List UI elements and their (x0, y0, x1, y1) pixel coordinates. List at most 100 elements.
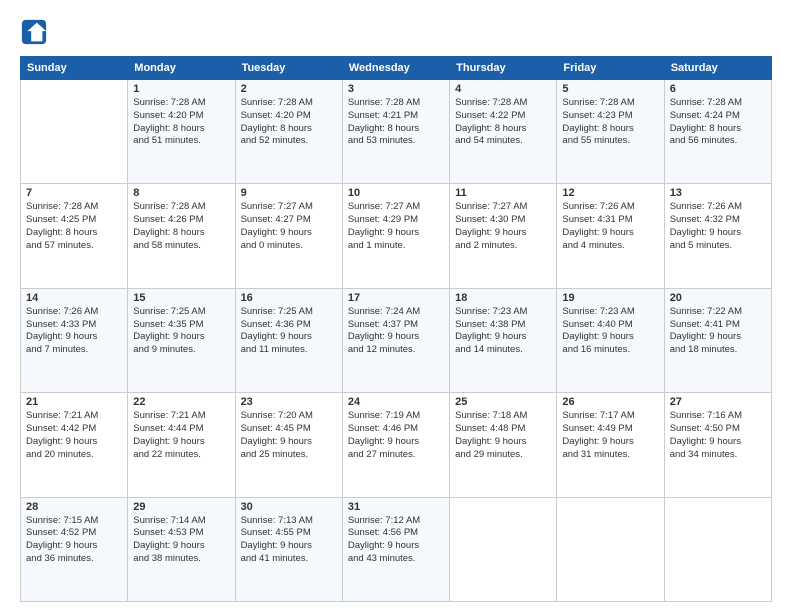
weekday-header-cell: Monday (128, 57, 235, 80)
day-number: 18 (455, 292, 551, 304)
day-number: 14 (26, 292, 122, 304)
calendar-cell: 30 Sunrise: 7:13 AMSunset: 4:55 PMDayligh… (235, 497, 342, 601)
weekday-header-row: SundayMondayTuesdayWednesdayThursdayFrid… (21, 57, 772, 80)
day-info: Sunrise: 7:28 AMSunset: 4:20 PMDaylight:… (241, 97, 337, 148)
day-info: Sunrise: 7:12 AMSunset: 4:56 PMDaylight:… (348, 515, 444, 566)
day-number: 31 (348, 501, 444, 513)
day-number: 2 (241, 83, 337, 95)
day-number: 29 (133, 501, 229, 513)
calendar-cell (450, 497, 557, 601)
day-number: 4 (455, 83, 551, 95)
day-info: Sunrise: 7:28 AMSunset: 4:25 PMDaylight:… (26, 201, 122, 252)
calendar-week-row: 7Sunrise: 7:28 AMSunset: 4:25 PMDaylight… (21, 184, 772, 288)
day-number: 22 (133, 396, 229, 408)
calendar-cell: 13 Sunrise: 7:26 AMSunset: 4:32 PMDayligh… (664, 184, 771, 288)
calendar-cell: 2 Sunrise: 7:28 AMSunset: 4:20 PMDaylight… (235, 80, 342, 184)
calendar-cell (664, 497, 771, 601)
weekday-header-cell: Tuesday (235, 57, 342, 80)
day-number: 27 (670, 396, 766, 408)
calendar-cell: 27Sunrise: 7:16 AMSunset: 4:50 PMDayligh… (664, 393, 771, 497)
calendar-cell: 12 Sunrise: 7:26 AMSunset: 4:31 PMDayligh… (557, 184, 664, 288)
day-number: 21 (26, 396, 122, 408)
calendar-cell: 11 Sunrise: 7:27 AMSunset: 4:30 PMDayligh… (450, 184, 557, 288)
day-info: Sunrise: 7:21 AMSunset: 4:44 PMDaylight:… (133, 410, 229, 461)
calendar-cell: 4 Sunrise: 7:28 AMSunset: 4:22 PMDaylight… (450, 80, 557, 184)
logo-icon (20, 18, 48, 46)
calendar-week-row: 14 Sunrise: 7:26 AMSunset: 4:33 PMDayligh… (21, 288, 772, 392)
calendar-cell: 24 Sunrise: 7:19 AMSunset: 4:46 PMDayligh… (342, 393, 449, 497)
day-number: 15 (133, 292, 229, 304)
day-number: 13 (670, 187, 766, 199)
calendar-cell (557, 497, 664, 601)
page: SundayMondayTuesdayWednesdayThursdayFrid… (0, 0, 792, 612)
day-info: Sunrise: 7:13 AMSunset: 4:55 PMDaylight:… (241, 515, 337, 566)
day-number: 25 (455, 396, 551, 408)
day-number: 16 (241, 292, 337, 304)
day-number: 17 (348, 292, 444, 304)
calendar-cell: 26 Sunrise: 7:17 AMSunset: 4:49 PMDayligh… (557, 393, 664, 497)
day-number: 10 (348, 187, 444, 199)
calendar-cell: 14 Sunrise: 7:26 AMSunset: 4:33 PMDayligh… (21, 288, 128, 392)
calendar-cell: 31 Sunrise: 7:12 AMSunset: 4:56 PMDayligh… (342, 497, 449, 601)
day-info: Sunrise: 7:25 AMSunset: 4:35 PMDaylight:… (133, 306, 229, 357)
day-number: 23 (241, 396, 337, 408)
day-info: Sunrise: 7:26 AMSunset: 4:32 PMDaylight:… (670, 201, 766, 252)
day-info: Sunrise: 7:26 AMSunset: 4:33 PMDaylight:… (26, 306, 122, 357)
calendar-cell: 10Sunrise: 7:27 AMSunset: 4:29 PMDayligh… (342, 184, 449, 288)
day-number: 28 (26, 501, 122, 513)
calendar-cell: 8Sunrise: 7:28 AMSunset: 4:26 PMDaylight… (128, 184, 235, 288)
day-number: 19 (562, 292, 658, 304)
calendar-body: 1 Sunrise: 7:28 AMSunset: 4:20 PMDaylight… (21, 80, 772, 602)
day-number: 3 (348, 83, 444, 95)
calendar-cell: 6Sunrise: 7:28 AMSunset: 4:24 PMDaylight… (664, 80, 771, 184)
day-info: Sunrise: 7:24 AMSunset: 4:37 PMDaylight:… (348, 306, 444, 357)
weekday-header-cell: Wednesday (342, 57, 449, 80)
day-number: 6 (670, 83, 766, 95)
day-number: 12 (562, 187, 658, 199)
day-number: 9 (241, 187, 337, 199)
day-info: Sunrise: 7:19 AMSunset: 4:46 PMDaylight:… (348, 410, 444, 461)
day-number: 24 (348, 396, 444, 408)
day-info: Sunrise: 7:28 AMSunset: 4:21 PMDaylight:… (348, 97, 444, 148)
day-info: Sunrise: 7:27 AMSunset: 4:30 PMDaylight:… (455, 201, 551, 252)
day-info: Sunrise: 7:23 AMSunset: 4:40 PMDaylight:… (562, 306, 658, 357)
day-info: Sunrise: 7:17 AMSunset: 4:49 PMDaylight:… (562, 410, 658, 461)
logo (20, 18, 52, 46)
weekday-header-cell: Friday (557, 57, 664, 80)
header (20, 18, 772, 46)
day-info: Sunrise: 7:14 AMSunset: 4:53 PMDaylight:… (133, 515, 229, 566)
calendar-cell: 22 Sunrise: 7:21 AMSunset: 4:44 PMDayligh… (128, 393, 235, 497)
weekday-header-cell: Sunday (21, 57, 128, 80)
day-info: Sunrise: 7:28 AMSunset: 4:26 PMDaylight:… (133, 201, 229, 252)
day-number: 26 (562, 396, 658, 408)
day-info: Sunrise: 7:21 AMSunset: 4:42 PMDaylight:… (26, 410, 122, 461)
day-number: 5 (562, 83, 658, 95)
calendar-cell: 18Sunrise: 7:23 AMSunset: 4:38 PMDayligh… (450, 288, 557, 392)
calendar-cell: 5 Sunrise: 7:28 AMSunset: 4:23 PMDaylight… (557, 80, 664, 184)
calendar-cell: 3 Sunrise: 7:28 AMSunset: 4:21 PMDaylight… (342, 80, 449, 184)
weekday-header-cell: Saturday (664, 57, 771, 80)
calendar-cell: 28 Sunrise: 7:15 AMSunset: 4:52 PMDayligh… (21, 497, 128, 601)
day-info: Sunrise: 7:22 AMSunset: 4:41 PMDaylight:… (670, 306, 766, 357)
day-info: Sunrise: 7:27 AMSunset: 4:27 PMDaylight:… (241, 201, 337, 252)
calendar-cell: 23Sunrise: 7:20 AMSunset: 4:45 PMDayligh… (235, 393, 342, 497)
calendar-table: SundayMondayTuesdayWednesdayThursdayFrid… (20, 56, 772, 602)
day-info: Sunrise: 7:15 AMSunset: 4:52 PMDaylight:… (26, 515, 122, 566)
calendar-cell: 16Sunrise: 7:25 AMSunset: 4:36 PMDayligh… (235, 288, 342, 392)
calendar-week-row: 21 Sunrise: 7:21 AMSunset: 4:42 PMDayligh… (21, 393, 772, 497)
calendar-cell: 7Sunrise: 7:28 AMSunset: 4:25 PMDaylight… (21, 184, 128, 288)
day-number: 20 (670, 292, 766, 304)
day-info: Sunrise: 7:28 AMSunset: 4:22 PMDaylight:… (455, 97, 551, 148)
day-info: Sunrise: 7:28 AMSunset: 4:20 PMDaylight:… (133, 97, 229, 148)
weekday-header-cell: Thursday (450, 57, 557, 80)
calendar-cell: 19 Sunrise: 7:23 AMSunset: 4:40 PMDayligh… (557, 288, 664, 392)
day-info: Sunrise: 7:28 AMSunset: 4:23 PMDaylight:… (562, 97, 658, 148)
day-number: 11 (455, 187, 551, 199)
day-info: Sunrise: 7:26 AMSunset: 4:31 PMDaylight:… (562, 201, 658, 252)
calendar-week-row: 1 Sunrise: 7:28 AMSunset: 4:20 PMDaylight… (21, 80, 772, 184)
day-number: 30 (241, 501, 337, 513)
calendar-cell: 25 Sunrise: 7:18 AMSunset: 4:48 PMDayligh… (450, 393, 557, 497)
day-info: Sunrise: 7:18 AMSunset: 4:48 PMDaylight:… (455, 410, 551, 461)
calendar-cell: 20 Sunrise: 7:22 AMSunset: 4:41 PMDayligh… (664, 288, 771, 392)
day-number: 1 (133, 83, 229, 95)
